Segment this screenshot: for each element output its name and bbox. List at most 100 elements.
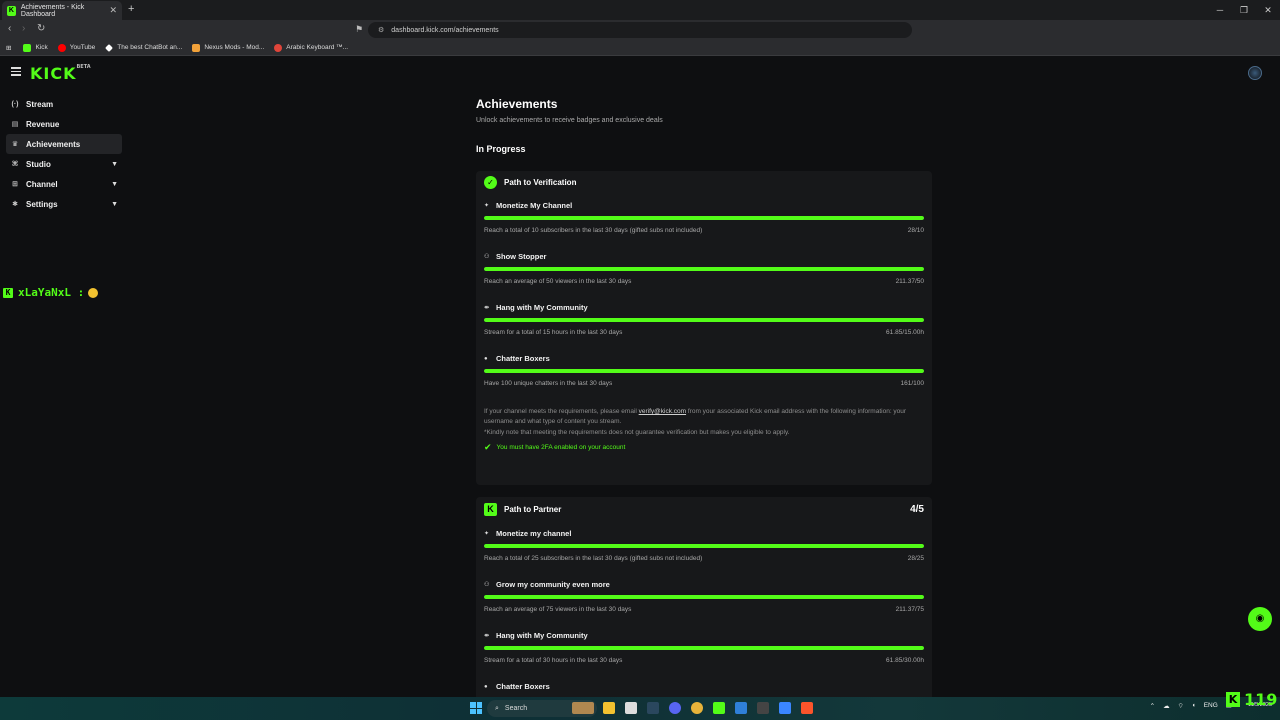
bookmark-favicon-icon [105,43,114,52]
task-title: ● Chatter Boxers [484,682,550,691]
bookmark-item[interactable]: YouTube [57,43,95,52]
chevron-up-icon[interactable]: ⌃ [1150,702,1155,710]
task-name: Chatter Boxers [496,354,550,363]
apps-grid-icon[interactable]: ⊞ [6,44,11,52]
task-progress-value: 211.37/75 [895,606,924,613]
close-window-icon[interactable]: ✕ [1256,0,1280,20]
sidebar-item-studio[interactable]: ⌘ Studio ▼ [6,154,122,174]
bookmark-item[interactable]: Nexus Mods - Mod... [192,43,264,52]
sidebar-item-revenue[interactable]: ▤ Revenue [6,114,122,134]
task-name: Hang with My Community [496,303,588,312]
app-icon[interactable] [757,702,769,714]
sidebar-item-label: Settings [26,199,58,209]
kick-partner-icon: K [484,502,497,516]
reload-icon[interactable]: ↻ [37,23,45,34]
bookmark-favicon-icon [23,43,32,52]
kick-logo[interactable]: KICKBETA [30,64,91,83]
task-description: Reach a total of 10 subscribers in the l… [484,227,703,234]
app-icon[interactable] [735,702,747,714]
progress-bar [484,267,924,271]
discord-icon[interactable] [669,702,681,714]
verification-disclaimer: *Kindly note that meeting the requiremen… [484,429,790,436]
chat-username: xLaYaNxL : [18,286,85,299]
task-name: Grow my community even more [496,580,610,589]
card-header: K Path to Partner 4/5 [476,497,932,521]
menu-toggle-icon[interactable] [11,67,21,76]
steam-icon[interactable] [647,702,659,714]
sparkle-icon: ✦ [484,531,490,537]
url-text: dashboard.kick.com/achievements [391,26,499,34]
kick-app-icon[interactable] [713,702,725,714]
card-title: Path to Verification [504,177,577,187]
wifi-icon[interactable]: ⌔ [1178,701,1184,710]
progress-fill [484,267,924,271]
url-input[interactable]: ⚙ dashboard.kick.com/achievements [368,22,912,38]
achievement-task: ⚇ Grow my community even more Reach an ave… [476,572,932,623]
windows-taskbar: ⌕ Search ⌃ ☁ ⌔ ◖ ENG ▭ 11/5/2025 [0,697,1280,720]
chat-icon: ● [484,355,488,362]
new-tab-button[interactable]: + [128,3,134,15]
task-name: Show Stopper [496,252,547,261]
kick-badge-icon: K [3,287,13,298]
verify-email-link[interactable]: verify@kick.com [639,408,686,415]
browser-tab[interactable]: K Achievements - Kick Dashboard ✕ [2,1,122,20]
chevron-down-icon: ▼ [111,200,118,208]
progress-fill [484,595,924,599]
progress-fill [484,369,924,373]
sidebar-item-stream[interactable]: (·) Stream [6,94,122,114]
user-avatar[interactable] [1248,66,1262,80]
chat-bubble-button[interactable]: ◉ [1248,607,1272,631]
task-progress-value: 61.85/15.00h [886,329,924,336]
progress-bar [484,318,924,322]
bookmark-icon[interactable]: ⚑ [355,24,363,35]
progress-bar [484,595,924,599]
app-icon[interactable] [779,702,791,714]
studio-icon: ⌘ [11,161,19,168]
trophy-icon: ♛ [11,141,19,148]
forward-icon[interactable]: › [22,23,25,34]
widgets-icon[interactable] [572,702,594,714]
sidebar-item-achievements[interactable]: ♛ Achievements [6,134,122,154]
progress-bar [484,216,924,220]
window-controls: ─ ❐ ✕ [1208,0,1280,20]
task-progress-value: 161/100 [900,380,925,387]
viewer-count-overlay: K 119 [1226,690,1277,709]
verification-card: ✓ Path to Verification ✦ Monetize My Chan… [476,171,932,485]
progress-bar [484,544,924,548]
chat-icon: ● [484,683,488,690]
task-title: ⚇ Grow my community even more [484,580,610,589]
site-info-icon[interactable]: ⚙ [378,26,384,34]
task-title: ⚇ Show Stopper [484,252,546,261]
brave-icon[interactable] [801,702,813,714]
volume-icon[interactable]: ◖ [1192,702,1196,709]
minimize-icon[interactable]: ─ [1208,0,1232,20]
sidebar-item-label: Achievements [26,139,81,149]
windows-start-icon[interactable] [470,702,482,714]
achievement-task: ✦ Monetize my channel Reach a total of 25 … [476,521,932,572]
file-explorer-icon[interactable] [603,702,615,714]
sidebar-item-channel[interactable]: ⊞ Channel ▼ [6,174,122,194]
sparkle-icon: ✦ [484,203,490,209]
bookmark-item[interactable]: Arabic Keyboard ™... [274,43,348,52]
close-tab-icon[interactable]: ✕ [109,5,117,16]
bookmark-item[interactable]: Kick [23,43,48,52]
restore-icon[interactable]: ❐ [1232,0,1256,20]
notepad-icon[interactable] [625,702,637,714]
cloud-icon[interactable]: ☁ [1163,702,1170,710]
section-title: In Progress [476,144,526,154]
back-icon[interactable]: ‹ [8,23,11,34]
task-title: ✦ Monetize My Channel [484,201,572,210]
task-description: Stream for a total of 30 hours in the la… [484,657,623,664]
wallet-icon: ▤ [11,121,19,128]
sidebar-item-label: Studio [26,159,51,169]
kick-favicon-icon: K [7,5,16,16]
browser-tab-bar: K Achievements - Kick Dashboard ✕ + ─ ❐ … [0,0,1280,20]
task-name: Hang with My Community [496,631,588,640]
sidebar-item-settings[interactable]: ✱ Settings ▼ [6,194,122,214]
chrome-icon[interactable] [691,702,703,714]
task-description: Reach an average of 75 viewers in the la… [484,606,632,613]
language-indicator[interactable]: ENG [1204,702,1218,709]
bookmark-item[interactable]: The best ChatBot an... [105,43,182,52]
achievement-task: ⇹ Hang with My Community Stream for a tota… [476,295,932,346]
bookmarks-bar: ⊞ Kick YouTube The best ChatBot an... Ne… [0,40,1280,56]
